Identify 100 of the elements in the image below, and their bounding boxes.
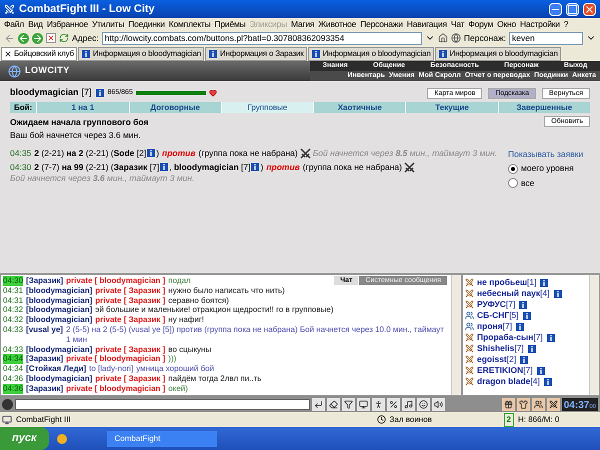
gift-icon[interactable] — [502, 398, 515, 410]
info-icon — [516, 322, 524, 330]
swords-icon[interactable] — [546, 398, 560, 410]
menu-item[interactable]: Магия — [291, 18, 314, 30]
user-list-scrollbar[interactable] — [589, 275, 599, 395]
chat-sender[interactable]: [bloodymagician] — [26, 286, 92, 296]
minimize-icon[interactable] — [549, 2, 562, 16]
request-time: 04:30 — [10, 162, 32, 172]
globe-icon[interactable] — [450, 33, 461, 43]
user-name[interactable]: СБ-СНГ[5] — [477, 310, 519, 321]
shirt-icon[interactable] — [516, 398, 530, 410]
back-icon[interactable] — [18, 32, 29, 44]
close-icon[interactable] — [4, 50, 12, 58]
refresh-icon[interactable] — [59, 33, 69, 43]
window-title: CombatFight III - Low City — [19, 2, 156, 17]
enter-icon[interactable] — [312, 398, 325, 410]
user-name[interactable]: проня[7] — [477, 321, 512, 332]
people-icon — [465, 322, 474, 331]
menu-item[interactable]: Утилиты — [92, 18, 124, 30]
menu-item[interactable]: Избранное — [46, 18, 88, 30]
smiley-icon[interactable] — [417, 398, 430, 410]
chat-sender[interactable]: [Заразик] — [26, 354, 64, 364]
against-label: против — [162, 148, 196, 158]
browser-tab[interactable]: Информация о bloodymagician — [308, 47, 434, 61]
chat-message: серавно боятся) — [168, 296, 229, 306]
radio-button[interactable] — [508, 164, 518, 174]
browser-tab[interactable]: Информация о bloodymagician — [78, 47, 204, 61]
menu-item[interactable]: Приёмы — [214, 18, 246, 30]
chat-recipient[interactable]: private [ Заразик ] — [95, 296, 166, 306]
round-icon[interactable] — [2, 398, 13, 410]
user-name[interactable]: Прораба-сын[7] — [477, 332, 543, 343]
music-icon[interactable] — [402, 398, 415, 410]
chat-time: 04:31 — [3, 296, 24, 306]
user-name[interactable]: небесный паук[4] — [477, 288, 550, 299]
user-name[interactable]: dragon blade[4] — [477, 376, 540, 387]
chat-message: окей) — [168, 384, 188, 394]
info-icon — [251, 163, 260, 171]
chat-recipient[interactable]: private [ Заразик ] — [95, 286, 166, 296]
people-icon[interactable] — [532, 398, 545, 410]
menu-item[interactable]: Окно — [497, 18, 516, 30]
monitor-icon[interactable] — [357, 398, 370, 410]
menu-item[interactable]: Животное — [318, 18, 356, 30]
chat-recipient[interactable]: to [lady-nori] — [89, 364, 134, 374]
menu-item[interactable]: Настройки — [520, 18, 560, 30]
persona-field[interactable]: keven — [509, 32, 583, 44]
chat-sender[interactable]: [bloodymagician] — [26, 305, 92, 316]
chat-sender[interactable]: [bloodymagician] — [26, 315, 92, 325]
browser-tab[interactable]: Информация о bloodymagician — [434, 47, 561, 61]
browser-tab[interactable]: Бойцовский клуб — [1, 47, 77, 61]
chat-recipient[interactable]: private [ Заразик ] — [95, 315, 166, 325]
stop-icon[interactable] — [46, 33, 56, 43]
user-name[interactable]: ERETIKION[7] — [477, 365, 533, 376]
chat-message: нужно было написать что нить) — [168, 286, 285, 296]
menu-item[interactable]: Персонажи — [360, 18, 403, 30]
chat-sender[interactable]: [Заразик] — [26, 384, 64, 394]
menu-item[interactable]: Форум — [468, 18, 494, 30]
chat-sender[interactable]: [bloodymagician] — [26, 374, 92, 384]
user-name[interactable]: не пробьеш[1] — [477, 277, 536, 288]
chat-sender[interactable]: [vusal ye] — [26, 324, 63, 345]
chat-recipient[interactable]: private [ Заразик ] — [95, 344, 166, 354]
chat-sender[interactable]: [Заразик] — [26, 276, 64, 286]
speaker-icon[interactable] — [432, 398, 445, 410]
menu-item[interactable]: Поединки — [128, 18, 165, 30]
chat-recipient[interactable]: private [ Заразик ] — [95, 374, 166, 384]
user-name[interactable]: Shishelis[7] — [477, 343, 524, 354]
menu-item[interactable]: Чат — [450, 18, 464, 30]
swords-icon — [465, 366, 474, 375]
chat-input-field[interactable] — [15, 398, 310, 410]
browser-tab[interactable]: Информация о Заразик — [204, 47, 307, 61]
user-name[interactable]: egoisst[2] — [477, 354, 516, 365]
menu-item[interactable]: Комплекты — [168, 18, 211, 30]
menu-item[interactable]: ? — [564, 18, 568, 30]
request-text: ) — [156, 148, 160, 158]
address-field[interactable]: http://lowcity.combats.com/buttons.pl?batl=0.307808362093354 — [102, 32, 422, 44]
maximize-icon[interactable] — [566, 2, 579, 16]
chat-sender[interactable]: [bloodymagician] — [26, 296, 92, 306]
chat-message: во сцыкуны — [168, 344, 212, 354]
eraser-icon[interactable] — [327, 398, 340, 410]
chat-scrollbar[interactable] — [451, 275, 461, 395]
chat-recipient[interactable]: private [ bloodymagician ] — [66, 384, 166, 394]
fight-tab[interactable]: Групповые — [220, 102, 314, 113]
filter-icon[interactable] — [342, 398, 355, 410]
menu-item[interactable]: Навигация — [406, 18, 447, 30]
menu-item[interactable]: Вид — [28, 18, 43, 30]
chat-recipient[interactable]: private [ bloodymagician ] — [66, 276, 166, 286]
taskbar-button[interactable]: CombatFight — [106, 430, 217, 446]
chat-sender[interactable]: [Стойкая Леди] — [26, 364, 86, 374]
user-name[interactable]: РУФУС[7] — [477, 299, 516, 310]
chat-recipient[interactable]: private [ bloodymagician ] — [66, 354, 166, 364]
chat-sender[interactable]: [bloodymagician] — [26, 344, 92, 354]
quick-launch-icon[interactable] — [56, 434, 67, 444]
menu-item[interactable]: Файл — [4, 18, 24, 30]
radio-button[interactable] — [508, 178, 518, 188]
home-icon[interactable] — [438, 33, 448, 43]
start-button[interactable]: пуск — [0, 427, 49, 450]
game-logo: LOWCITY — [25, 64, 70, 78]
forward-icon[interactable] — [32, 32, 43, 44]
chat-time: 04:34 — [3, 364, 24, 374]
person-icon[interactable] — [372, 398, 385, 410]
percent-icon[interactable] — [387, 398, 400, 410]
